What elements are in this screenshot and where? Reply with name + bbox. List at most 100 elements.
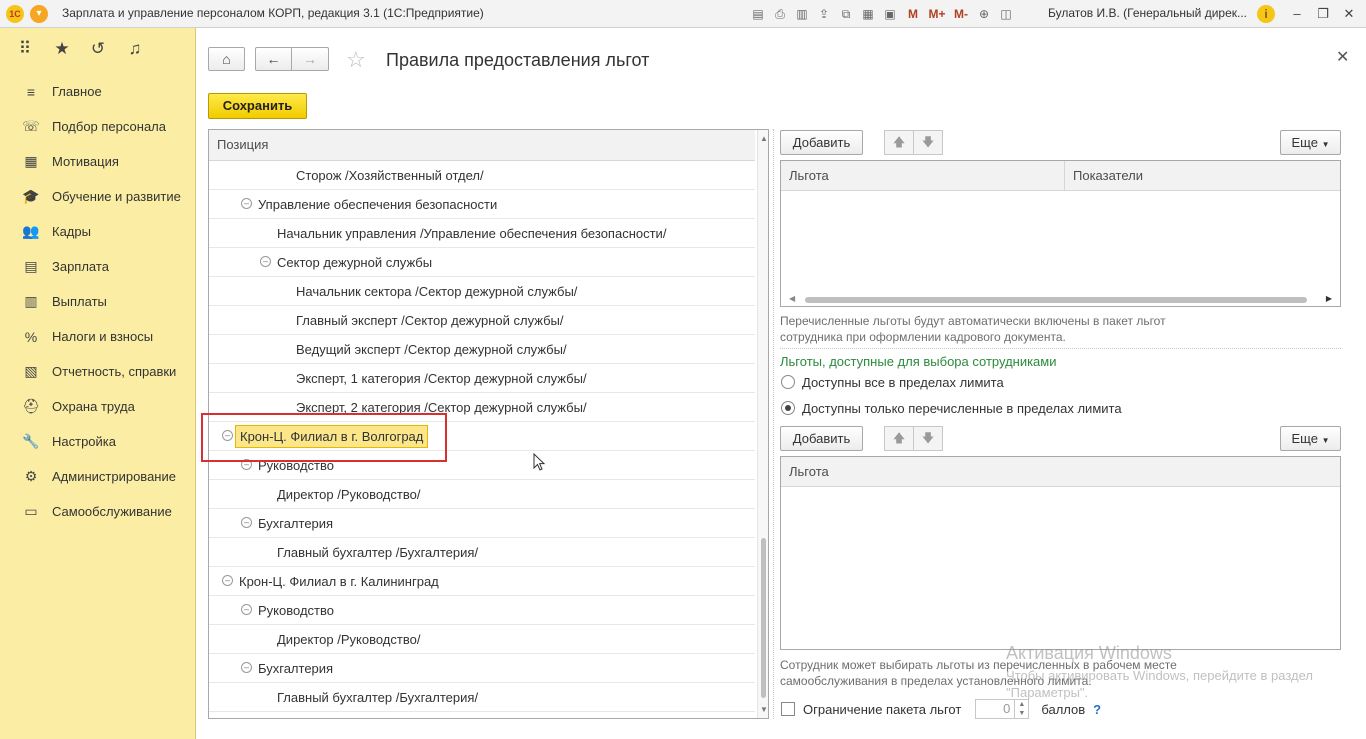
sidebar-item-icon: ▥ (24, 293, 38, 309)
current-user[interactable]: Булатов И.В. (Генеральный дирек... (1048, 6, 1248, 20)
sidebar-item[interactable]: % Налоги и взносы (0, 319, 196, 354)
favorites-star-icon[interactable]: ★ (51, 38, 73, 60)
favorite-star-icon[interactable]: ☆ (346, 48, 366, 72)
tree-column-header[interactable]: Позиция (209, 130, 755, 161)
info-icon[interactable]: i (1257, 5, 1275, 23)
scroll-up-icon[interactable]: ▲ (760, 134, 768, 143)
zoom-icon[interactable]: ⊕ (974, 4, 994, 24)
sidebar-item[interactable]: 👥 Кадры (0, 214, 196, 249)
limit-checkbox[interactable] (781, 702, 795, 716)
tree-row[interactable]: Главный бухгалтер /Бухгалтерия/ (209, 538, 755, 567)
move-up-button[interactable]: 🡅 (884, 130, 914, 155)
tree-row[interactable]: – Бухгалтерия (209, 509, 755, 538)
close-icon[interactable]: ✕ (1336, 47, 1349, 67)
history-icon[interactable]: ↺ (87, 38, 109, 60)
minimize-button[interactable]: – (1286, 4, 1308, 24)
print-icon[interactable]: ⎙ (770, 4, 790, 24)
memory-plus-button[interactable]: M+ (926, 4, 948, 24)
sidebar-item[interactable]: ▦ Мотивация (0, 144, 196, 179)
sidebar-item[interactable]: 🔧 Настройка (0, 424, 196, 459)
sidebar-item[interactable]: ▭ Самообслуживание (0, 494, 196, 529)
copy-icon[interactable]: ⧉ (836, 4, 856, 24)
radio-all[interactable] (781, 375, 795, 389)
sidebar-item-label: Охрана труда (52, 399, 135, 414)
highlight-frame (201, 413, 447, 462)
tree-row-label: Главный эксперт /Сектор дежурной службы/ (296, 313, 564, 328)
home-button[interactable]: ⌂ (208, 47, 245, 71)
more-button[interactable]: Еще ▼ (1280, 130, 1341, 155)
window-close-button[interactable]: ✕ (1338, 4, 1360, 24)
sidebar-item[interactable]: 🎓 Обучение и развитие (0, 179, 196, 214)
radio-listed-within-limit[interactable]: Доступны только перечисленные в пределах… (781, 399, 1122, 417)
tree-row[interactable]: Директор /Руководство/ (209, 480, 755, 509)
memory-m-button[interactable]: M (902, 4, 924, 24)
radio-listed[interactable] (781, 401, 795, 415)
scroll-left-icon[interactable]: ◀ (789, 294, 795, 303)
column-benefit-2[interactable]: Льгота (781, 457, 1340, 487)
save-icon[interactable]: ▤ (748, 4, 768, 24)
sidebar-item[interactable]: ≡ Главное (0, 74, 196, 109)
sidebar-item[interactable]: ⚙ Администрирование (0, 459, 196, 494)
limit-stepper[interactable]: ▲ ▼ (1015, 699, 1030, 719)
tree-row[interactable]: Начальник управления /Управление обеспеч… (209, 219, 755, 248)
notifications-bell-icon[interactable]: ♫ (124, 38, 146, 60)
sidebar-item[interactable]: ▧ Отчетность, справки (0, 354, 196, 389)
memory-minus-button[interactable]: M- (950, 4, 972, 24)
forward-button[interactable]: → (292, 47, 329, 71)
tree-row[interactable]: Главный бухгалтер /Бухгалтерия/ (209, 683, 755, 712)
sidebar-item[interactable]: ☏ Подбор персонала (0, 109, 196, 144)
upload-icon[interactable]: ⇪ (814, 4, 834, 24)
preview-icon[interactable]: ▥ (792, 4, 812, 24)
section-divider (780, 348, 1341, 349)
collapse-toggle-icon[interactable]: – (222, 575, 233, 586)
add-benefit-button[interactable]: Добавить (780, 130, 863, 155)
move-down-button-2[interactable]: 🡇 (913, 426, 943, 451)
calendar-icon[interactable]: ▣ (880, 4, 900, 24)
limit-points-input[interactable]: 0 (975, 699, 1016, 719)
tree-row[interactable]: – Сектор дежурной службы (209, 248, 755, 277)
collapse-toggle-icon[interactable]: – (241, 604, 252, 615)
tree-row[interactable]: Директор /Руководство/ (209, 625, 755, 654)
move-down-button[interactable]: 🡇 (913, 130, 943, 155)
column-indicators[interactable]: Показатели (1065, 161, 1340, 191)
scroll-right-icon[interactable]: ▶ (1326, 294, 1332, 303)
collapse-toggle-icon[interactable]: – (260, 256, 271, 267)
sidebar-item[interactable]: ⛑ Охрана труда (0, 389, 196, 424)
column-benefit[interactable]: Льгота (781, 161, 1065, 191)
collapse-toggle-icon[interactable]: – (241, 662, 252, 673)
table-hscroll[interactable]: ◀ ▶ (781, 294, 1340, 306)
radio-all-within-limit[interactable]: Доступны все в пределах лимита (781, 373, 1004, 391)
sidebar-item[interactable]: ▤ Зарплата (0, 249, 196, 284)
sidebar-item[interactable]: ▥ Выплаты (0, 284, 196, 319)
panel-icon[interactable]: ◫ (996, 4, 1016, 24)
scroll-thumb[interactable] (761, 538, 766, 698)
hscroll-thumb[interactable] (805, 297, 1307, 303)
tree-row[interactable]: Эксперт, 1 категория /Сектор дежурной сл… (209, 364, 755, 393)
maximize-button[interactable]: ❐ (1312, 4, 1334, 24)
tree-row[interactable]: Сторож /Хозяйственный отдел/ (209, 161, 755, 190)
back-button[interactable]: ← (255, 47, 292, 71)
tree-row[interactable]: – Крон-Ц. Филиал в г. Калининград (209, 567, 755, 596)
tree-row[interactable]: Начальник сектора /Сектор дежурной служб… (209, 277, 755, 306)
help-icon[interactable]: ? (1093, 702, 1101, 717)
collapse-toggle-icon[interactable]: – (241, 517, 252, 528)
move-up-button-2[interactable]: 🡅 (884, 426, 914, 451)
main-menu-button[interactable]: ▾ (30, 5, 48, 23)
scroll-down-icon[interactable]: ▼ (760, 705, 768, 714)
tree-row-label: Бухгалтерия (258, 661, 334, 676)
save-button[interactable]: Сохранить (208, 93, 307, 119)
tree-row[interactable]: – Бухгалтерия (209, 654, 755, 683)
tree-scrollbar[interactable]: ▲ ▼ (757, 130, 768, 718)
tree-row[interactable]: – Управление обеспечения безопасности (209, 190, 755, 219)
more-button-2[interactable]: Еще ▼ (1280, 426, 1341, 451)
tree-row[interactable]: Ведущий эксперт /Сектор дежурной службы/ (209, 335, 755, 364)
title-toolbar: ▤ ⎙ ▥ ⇪ ⧉ ▦ ▣ M M+ M- ⊕ ◫ (748, 4, 1016, 24)
apps-grid-icon[interactable]: ⠿ (14, 38, 36, 60)
sidebar-item-icon: % (24, 328, 38, 345)
tree-row[interactable]: Главный эксперт /Сектор дежурной службы/ (209, 306, 755, 335)
calculator-icon[interactable]: ▦ (858, 4, 878, 24)
sidebar-item-label: Мотивация (52, 154, 119, 169)
add-choice-benefit-button[interactable]: Добавить (780, 426, 863, 451)
tree-row[interactable]: – Руководство (209, 596, 755, 625)
collapse-toggle-icon[interactable]: – (241, 198, 252, 209)
